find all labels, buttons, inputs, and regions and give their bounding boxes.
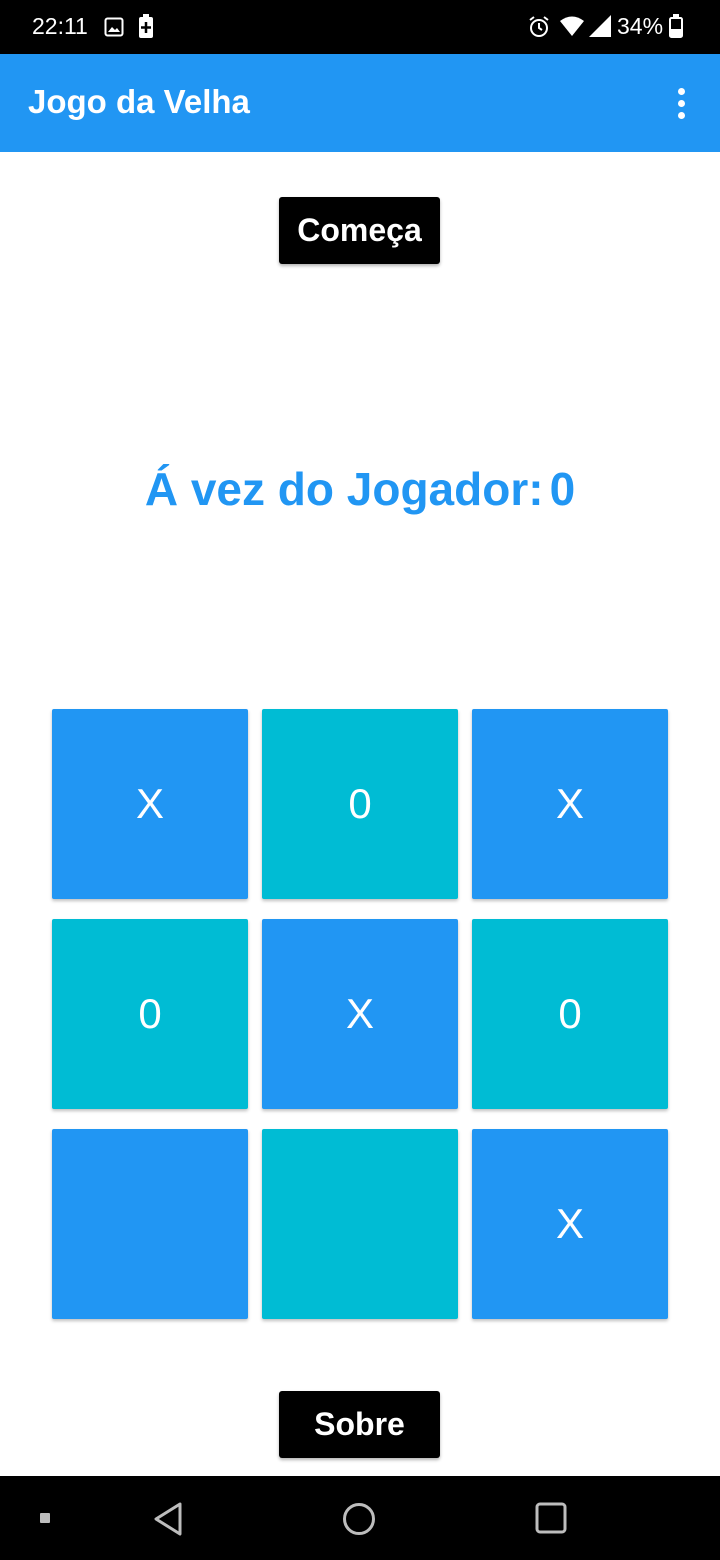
back-icon[interactable] (152, 1502, 184, 1536)
navigation-bar (0, 1476, 720, 1560)
battery-icon (669, 14, 683, 38)
image-icon (104, 17, 124, 37)
turn-indicator: Á vez do Jogador: 0 (0, 462, 720, 516)
current-player: 0 (549, 463, 576, 515)
recent-dot-icon[interactable] (39, 1512, 51, 1524)
board-cell-1[interactable]: X (52, 709, 248, 899)
board-cell-8[interactable] (262, 1129, 458, 1319)
battery-percentage: 34% (617, 13, 664, 39)
more-vert-icon[interactable] (664, 86, 698, 122)
board-cell-7[interactable] (52, 1129, 248, 1319)
battery-saver-icon (139, 14, 153, 38)
board-cell-2[interactable]: 0 (262, 709, 458, 899)
overview-icon[interactable] (535, 1502, 567, 1534)
board-cell-3[interactable]: X (472, 709, 668, 899)
alarm-icon (529, 16, 549, 37)
app-title: Jogo da Velha (28, 83, 250, 120)
game-board: X 0 X 0 X 0 X (52, 709, 668, 1319)
status-time: 22:11 (32, 13, 88, 39)
board-cell-5[interactable]: X (262, 919, 458, 1109)
turn-label: Á vez do Jogador: (144, 463, 544, 515)
board-cell-6[interactable]: 0 (472, 919, 668, 1109)
board-cell-9[interactable]: X (472, 1129, 668, 1319)
home-icon[interactable] (342, 1502, 376, 1536)
about-button[interactable]: Sobre (279, 1391, 440, 1458)
status-bar: 22:11 34% (0, 0, 720, 54)
wifi-icon (560, 16, 584, 36)
signal-icon (589, 15, 611, 37)
app-bar: Jogo da Velha (0, 54, 720, 152)
board-cell-4[interactable]: 0 (52, 919, 248, 1109)
start-button[interactable]: Começa (279, 197, 440, 264)
